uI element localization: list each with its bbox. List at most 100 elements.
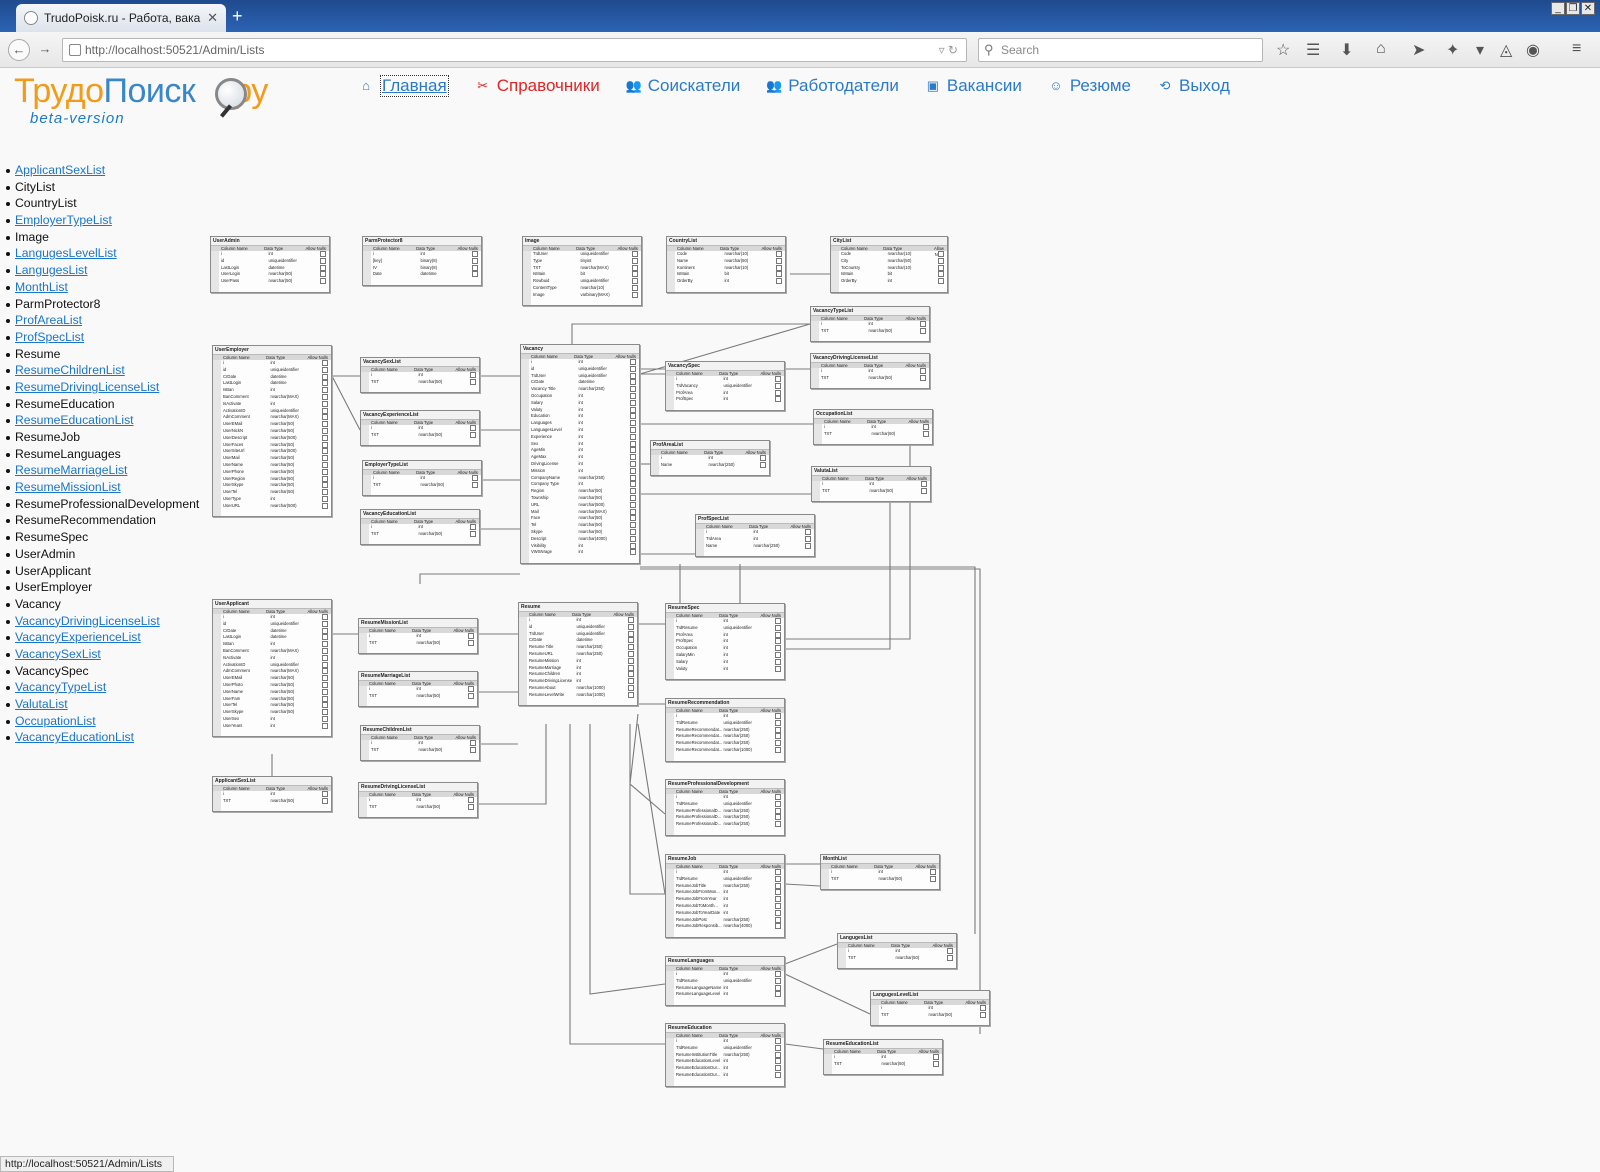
list-item: ResumeChildrenList	[6, 362, 206, 379]
table-box[interactable]: VacancyDrivingLicenseList Column Name Data…	[810, 353, 930, 390]
column-type: nvarchar(50)	[270, 489, 295, 495]
column-name: ResumeRecommendat...	[676, 740, 723, 746]
table-box[interactable]: ResumeMarriageList Column Name Data Type Al…	[358, 671, 478, 708]
table-box[interactable]: ProfSpecList Column Name Data Type Allow Nu…	[695, 514, 815, 558]
mainnav-item-2[interactable]: 👥 Соискатели	[626, 74, 741, 98]
list-link[interactable]: ResumeDrivingLicenseList	[15, 380, 159, 394]
mainnav-item-4[interactable]: ▣ Вакансии	[925, 74, 1022, 98]
reload-icon[interactable]: ▿ ↻	[939, 39, 958, 61]
table-box[interactable]: Vacancy Column Name Data Type Allow Nulls i i…	[520, 344, 640, 564]
table-box[interactable]: ResumeMissionList Column Name Data Type All…	[358, 618, 478, 655]
table-box[interactable]: UserAdmin Column Name Data Type Allow Nulls…	[210, 236, 330, 293]
table-box[interactable]: EmployerTypeList Column Name Data Type Allo…	[362, 460, 482, 497]
table-box[interactable]: UserEmployer Column Name Data Type Allow Nu…	[212, 345, 332, 518]
table-box[interactable]: LangugesLevelList Column Name Data Type All…	[870, 990, 990, 1027]
send-icon[interactable]: ➤	[1412, 40, 1425, 60]
table-box[interactable]: OccupationList Column Name Data Type Allow …	[813, 409, 933, 446]
allow-nulls-checkbox	[309, 448, 331, 455]
table-box[interactable]: VacancyExperienceList Column Name Data Typ…	[360, 410, 480, 447]
column-type: nvarchar(50)	[270, 702, 295, 708]
list-link[interactable]: VacancyEducationList	[15, 730, 134, 744]
table-box[interactable]: ValutaList Column Name Data Type Allow Null…	[811, 466, 931, 503]
search-bar[interactable]: ⚲ Search	[978, 38, 1263, 62]
url-bar[interactable]: http://localhost:50521/Admin/Lists ▿ ↻	[62, 38, 967, 62]
table-box[interactable]: CountryList Column Name Data Type Allow Nul…	[666, 236, 786, 293]
list-item: ResumeEducation	[6, 396, 206, 413]
mainnav-item-6[interactable]: ⟲ Выход	[1157, 74, 1230, 98]
table-box[interactable]: VacancySexList Column Name Data Type Allow …	[360, 357, 480, 394]
downloads-icon[interactable]: ⬇	[1340, 40, 1353, 60]
table-box[interactable]: LangugesList Column Name Data Type Allow Nu…	[837, 933, 957, 970]
close-tab-icon[interactable]: ✕	[207, 10, 218, 26]
sync-icon[interactable]: ◉	[1526, 40, 1540, 60]
forward-button[interactable]: →	[34, 39, 56, 61]
table-box[interactable]: ApplicantSexList Column Name Data Type Allo…	[212, 776, 332, 813]
window-close-button[interactable]: ✕	[1581, 2, 1595, 15]
table-box[interactable]: ResumeSpec Column Name Data Type Allow Null…	[665, 603, 785, 681]
column-type: nvarchar(50)	[270, 475, 295, 481]
column-type: int	[416, 686, 421, 691]
column-type: uniqueidentifier	[580, 278, 609, 284]
table-box[interactable]: Image Column Name Data Type Allow Nulls TIdU…	[522, 236, 642, 307]
bookmark-star-icon[interactable]: ☆	[1276, 40, 1290, 60]
mainnav-item-5[interactable]: ☺ Резюме	[1048, 74, 1131, 98]
column-name: UserEMail	[223, 421, 243, 427]
table-row: ToCountry nvarchar(10)	[831, 264, 947, 272]
list-link[interactable]: OccupationList	[15, 714, 96, 728]
list-link[interactable]: LangugesLevelList	[15, 246, 117, 260]
allow-nulls-checkbox	[762, 396, 784, 403]
list-link[interactable]: ProfAreaList	[15, 313, 82, 327]
list-link[interactable]: ResumeMissionList	[15, 480, 121, 494]
site-logo[interactable]: ТрудоПоиск ру beta-version	[14, 72, 304, 134]
reading-list-icon[interactable]: ☰	[1306, 40, 1320, 60]
table-box[interactable]: Resume Column Name Data Type Allow Nulls i in…	[518, 602, 638, 707]
browser-tab[interactable]: TrudoPoisk.ru - Работа, вака... ✕	[16, 4, 226, 32]
table-box[interactable]: ResumeProfessionalDevelopment Column Name…	[665, 779, 785, 836]
column-name: ProfArea	[676, 631, 693, 637]
new-tab-button[interactable]: +	[232, 6, 243, 27]
table-row-empty	[666, 998, 784, 1005]
table-box[interactable]: ResumeChildrenList Column Name Data Type Al…	[360, 725, 480, 762]
list-link[interactable]: ProfSpecList	[15, 330, 84, 344]
column-type: nvarchar(50)	[868, 327, 893, 333]
table-box[interactable]: ParmProtector8 Column Name Data Type Allow …	[362, 236, 482, 286]
table-box[interactable]: VacancyEducationList Column Name Data Type…	[360, 509, 480, 546]
addon-icon[interactable]: ✦	[1446, 40, 1459, 60]
list-link[interactable]: EmployerTypeList	[15, 213, 112, 227]
minimize-button[interactable]: _	[1551, 2, 1565, 15]
list-link[interactable]: VacancySexList	[15, 647, 101, 661]
table-box[interactable]: ResumeDrivingLicenseList Column Name Data …	[358, 782, 478, 819]
table-box[interactable]: ResumeEducationList Column Name Data Type A…	[823, 1039, 943, 1076]
pocket-icon[interactable]: ◬	[1500, 40, 1512, 60]
table-box[interactable]: VacancySpec Column Name Data Type Allow Nul…	[665, 361, 785, 411]
mainnav-item-3[interactable]: 👥 Работодатели	[766, 74, 899, 98]
menu-icon[interactable]: ≡	[1572, 40, 1581, 58]
table-box[interactable]: CityList Column Name Data Type Allow Nulls C…	[830, 236, 948, 293]
back-button[interactable]: ←	[8, 39, 30, 61]
list-link[interactable]: VacancyExperienceList	[15, 630, 141, 644]
list-link[interactable]: VacancyTypeList	[15, 680, 106, 694]
table-box[interactable]: UserApplicant Column Name Data Type Allow N…	[212, 599, 332, 738]
table-box[interactable]: ProfAreaList Column Name Data Type Allow Nu…	[650, 440, 770, 477]
list-link[interactable]: ResumeMarriageList	[15, 463, 127, 477]
list-link[interactable]: ValutaList	[15, 697, 68, 711]
table-box[interactable]: ResumeRecommendation Column Name Data Type…	[665, 698, 785, 762]
list-link[interactable]: ResumeEducationList	[15, 413, 134, 427]
table-box[interactable]: ResumeEducation Column Name Data Type Allow…	[665, 1023, 785, 1087]
list-link[interactable]: VacancyDrivingLicenseList	[15, 614, 160, 628]
mainnav-item-0[interactable]: ⌂ Главная	[358, 74, 449, 98]
list-link[interactable]: ApplicantSexList	[15, 163, 105, 177]
table-box[interactable]: VacancyTypeList Column Name Data Type Allow…	[810, 306, 930, 343]
list-link[interactable]: ResumeChildrenList	[15, 363, 125, 377]
dropdown-icon[interactable]: ▾	[1476, 40, 1484, 60]
table-box[interactable]: MonthList Column Name Data Type Allow Nulls…	[820, 854, 940, 891]
list-link[interactable]: MonthList	[15, 280, 68, 294]
page-info-icon[interactable]	[69, 44, 81, 56]
table-box[interactable]: ResumeLanguages Column Name Data Type Allow…	[665, 956, 785, 1006]
list-link[interactable]: LangugesList	[15, 263, 88, 277]
mainnav-item-1[interactable]: ✂ Справочники	[475, 74, 599, 98]
home-toolbar-icon[interactable]: ⌂	[1376, 40, 1386, 58]
table-box[interactable]: ResumeJob Column Name Data Type Allow Nulls…	[665, 854, 785, 938]
table-row: TIdResume uniqueidentifier	[666, 800, 784, 808]
maximize-button[interactable]: ❐	[1566, 2, 1580, 15]
